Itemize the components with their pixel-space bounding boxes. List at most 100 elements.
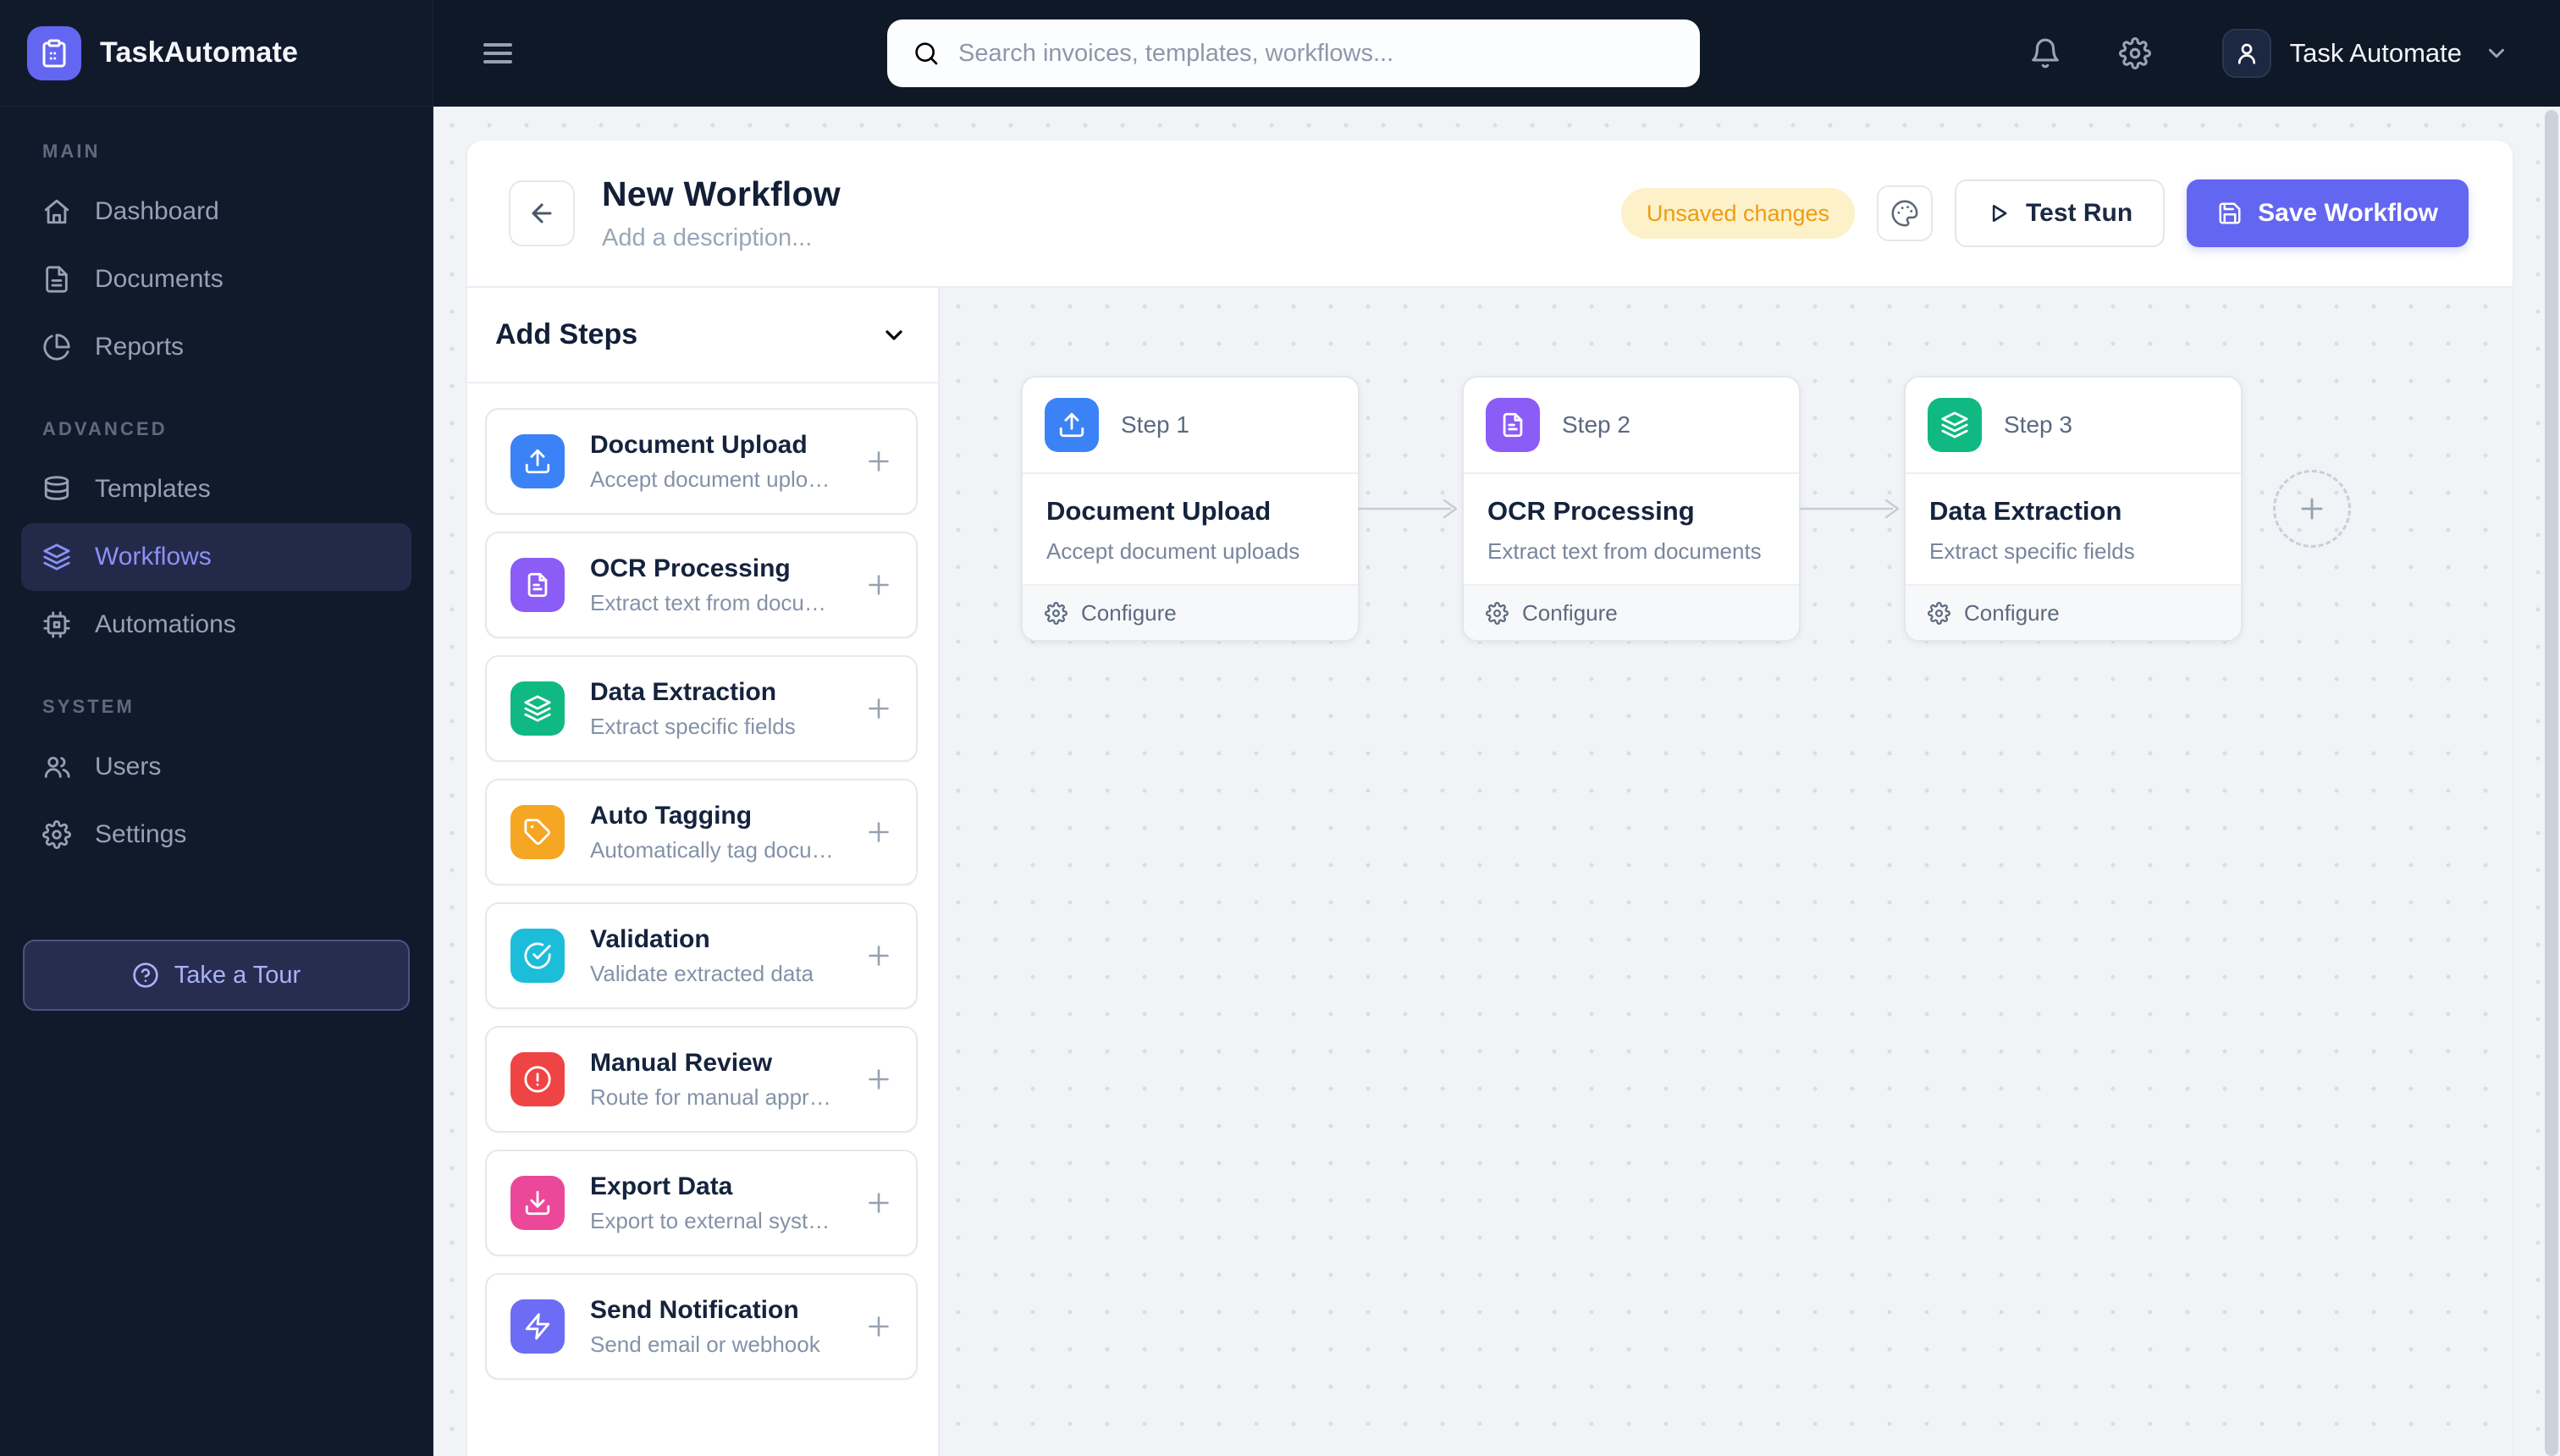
back-button[interactable]	[509, 180, 575, 246]
add-steps-header[interactable]: Add Steps	[467, 288, 938, 383]
add-step-plus-button[interactable]	[863, 693, 894, 724]
clipboard-icon	[39, 38, 69, 69]
sidebar-item-label: Settings	[95, 820, 186, 849]
chevron-down-icon	[2484, 41, 2509, 66]
node-subtitle: Accept document uploads	[1046, 538, 1299, 565]
step-template-auto-tagging[interactable]: Auto TaggingAutomatically tag documents	[485, 779, 918, 885]
add-step-plus-button[interactable]	[863, 1064, 894, 1095]
user-avatar[interactable]	[2222, 29, 2271, 78]
arrow-left-icon	[527, 199, 556, 228]
gear-icon	[2119, 37, 2151, 69]
add-step-plus-button[interactable]	[863, 940, 894, 971]
step-template-validation[interactable]: ValidationValidate extracted data	[485, 902, 918, 1009]
unsaved-changes-badge: Unsaved changes	[1621, 188, 1855, 239]
file-text-icon	[1498, 411, 1527, 439]
plus-icon	[863, 446, 894, 477]
app-window: TaskAutomate MAIN DashboardDocumentsRepor…	[0, 0, 2560, 1456]
search-bar	[887, 19, 1700, 87]
node-subtitle: Extract specific fields	[1929, 538, 2135, 565]
sidebar-item-users[interactable]: Users	[21, 733, 411, 801]
alert-circle-icon	[523, 1065, 552, 1094]
hamburger-menu-button[interactable]	[481, 36, 515, 70]
app-name: TaskAutomate	[100, 36, 298, 69]
search-input[interactable]	[958, 40, 1674, 68]
step-template-title: Send Notification	[590, 1296, 838, 1325]
node-title: Document Upload	[1046, 496, 1271, 527]
plus-icon	[863, 817, 894, 847]
node-step-label: Step 1	[1121, 411, 1189, 438]
upload-icon	[523, 447, 552, 476]
node-configure-button[interactable]: Configure	[1023, 584, 1358, 640]
sidebar-item-label: Templates	[95, 475, 211, 504]
step-template-data-extraction[interactable]: Data ExtractionExtract specific fields	[485, 655, 918, 762]
step-template-subtitle: Accept document uploads	[590, 466, 838, 493]
add-step-plus-button[interactable]	[863, 570, 894, 600]
main-area: New Workflow Add a description... Unsave…	[433, 107, 2560, 1456]
plus-icon	[863, 1311, 894, 1342]
gear-icon	[1045, 602, 1068, 625]
add-step-plus-button[interactable]	[863, 446, 894, 477]
layers-icon	[523, 694, 552, 723]
save-workflow-label: Save Workflow	[2258, 199, 2438, 228]
node-step-label: Step 2	[1562, 411, 1630, 438]
test-run-button[interactable]: Test Run	[1955, 179, 2165, 247]
node-configure-button[interactable]: Configure	[1906, 584, 2241, 640]
sidebar-item-reports[interactable]: Reports	[21, 313, 411, 381]
step-template-ocr-processing[interactable]: OCR ProcessingExtract text from document…	[485, 532, 918, 638]
sidebar-item-documents[interactable]: Documents	[21, 245, 411, 313]
zap-icon	[523, 1312, 552, 1341]
node-step-label: Step 3	[2004, 411, 2072, 438]
sidebar: TaskAutomate MAIN DashboardDocumentsRepor…	[0, 0, 433, 1456]
step-template-manual-review[interactable]: Manual ReviewRoute for manual approval	[485, 1026, 918, 1133]
steps-list: Document UploadAccept document uploads OC…	[467, 383, 938, 1400]
sidebar-item-dashboard[interactable]: Dashboard	[21, 178, 411, 245]
page-title: New Workflow	[602, 174, 841, 214]
take-a-tour-button[interactable]: Take a Tour	[23, 940, 410, 1011]
plus-icon	[863, 570, 894, 600]
palette-icon	[1890, 199, 1919, 228]
clipboard-logo-icon	[27, 26, 81, 80]
sidebar-item-workflows[interactable]: Workflows	[21, 523, 411, 591]
step-template-title: Export Data	[590, 1172, 838, 1201]
node-icon-tile	[1928, 398, 1982, 452]
workflow-node-step-2[interactable]: Step 2OCR ProcessingExtract text from do…	[1462, 376, 1801, 642]
settings-gear-button[interactable]	[2119, 37, 2151, 69]
step-template-icon-tile	[510, 929, 565, 983]
sidebar-item-settings[interactable]: Settings	[21, 801, 411, 869]
step-template-icon-tile	[510, 558, 565, 612]
workflow-header: New Workflow Add a description... Unsave…	[467, 141, 2513, 288]
step-template-export-data[interactable]: Export DataExport to external system	[485, 1150, 918, 1256]
vertical-scrollbar[interactable]	[2545, 110, 2558, 1456]
node-configure-button[interactable]: Configure	[1464, 584, 1799, 640]
step-template-title: Validation	[590, 925, 838, 954]
save-workflow-button[interactable]: Save Workflow	[2187, 179, 2469, 247]
add-node-button[interactable]	[2273, 470, 2351, 548]
node-icon-tile	[1486, 398, 1540, 452]
sidebar-section-label: MAIN	[42, 141, 390, 163]
add-step-plus-button[interactable]	[863, 817, 894, 847]
add-step-plus-button[interactable]	[863, 1188, 894, 1218]
workflow-node-step-3[interactable]: Step 3Data ExtractionExtract specific fi…	[1904, 376, 2243, 642]
account-name: Task Automate	[2290, 38, 2462, 69]
workflow-node-step-1[interactable]: Step 1 Document Upload Accept document upl…	[1021, 376, 1360, 642]
plus-icon	[863, 940, 894, 971]
step-template-send-notification[interactable]: Send NotificationSend email or webhook	[485, 1273, 918, 1380]
description-placeholder[interactable]: Add a description...	[602, 224, 841, 252]
step-template-icon-tile	[510, 434, 565, 488]
sidebar-item-templates[interactable]: Templates	[21, 455, 411, 523]
sidebar-item-label: Workflows	[95, 543, 212, 571]
account-chevron-down-icon[interactable]	[2484, 41, 2509, 66]
add-step-plus-button[interactable]	[863, 1311, 894, 1342]
step-template-title: Manual Review	[590, 1049, 838, 1078]
cpu-icon	[42, 610, 71, 639]
notifications-bell-button[interactable]	[2029, 37, 2061, 69]
step-template-subtitle: Extract specific fields	[590, 714, 838, 740]
theme-palette-button[interactable]	[1877, 185, 1933, 241]
save-icon	[2217, 201, 2243, 226]
step-template-title: Auto Tagging	[590, 802, 838, 830]
step-template-document-upload[interactable]: Document UploadAccept document uploads	[485, 408, 918, 515]
bell-icon	[2029, 37, 2061, 69]
sidebar-nav: MAINDashboardDocumentsReportsADVANCEDTem…	[0, 107, 433, 869]
help-circle-icon	[132, 962, 159, 989]
sidebar-item-automations[interactable]: Automations	[21, 591, 411, 659]
